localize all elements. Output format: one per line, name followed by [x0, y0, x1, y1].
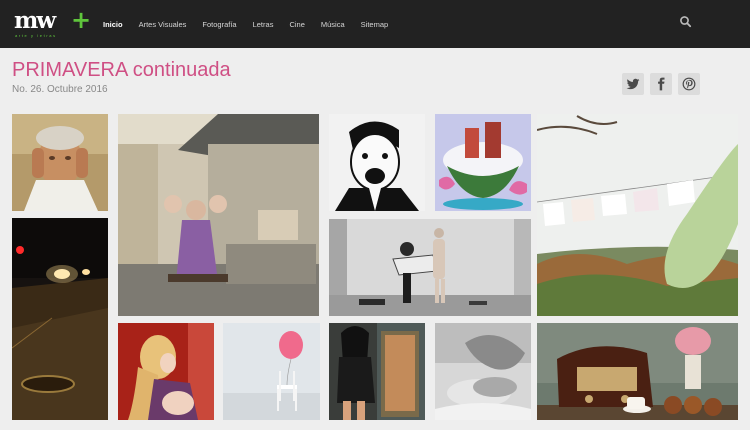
- nav-item-musica[interactable]: Música: [321, 20, 345, 29]
- gallery-tile-painting-old-man[interactable]: [12, 114, 108, 211]
- issue-subtitle: No. 26. Octubre 2016: [12, 84, 108, 95]
- nav-item-letras[interactable]: Letras: [253, 20, 274, 29]
- gallery-tile-girl-with-cherubs[interactable]: [118, 114, 319, 316]
- photo-image: [435, 323, 531, 420]
- search-button[interactable]: [678, 14, 694, 30]
- artwork-image: [435, 114, 531, 211]
- photo-image: [329, 219, 531, 316]
- logo-plus: +: [71, 6, 92, 34]
- artwork-image: [12, 114, 108, 211]
- gallery-tile-vintage-radio[interactable]: [537, 323, 738, 420]
- logo-text: mw: [14, 7, 56, 34]
- nav-item-sitemap[interactable]: Sitemap: [361, 20, 389, 29]
- photo-image: [118, 323, 214, 420]
- page-title: PRIMAVERA continuada: [12, 59, 231, 81]
- gallery-tile-street-night[interactable]: [12, 218, 108, 420]
- main-nav: Inicio Artes Visuales Fotografía Letras …: [103, 0, 404, 48]
- top-navigation-bar: mw + arte y letras Inicio Artes Visuales…: [0, 0, 750, 48]
- share-facebook-button[interactable]: [650, 73, 672, 95]
- photo-image: [537, 323, 738, 420]
- share-pinterest-button[interactable]: [678, 73, 700, 95]
- nav-item-artes-visuales[interactable]: Artes Visuales: [139, 20, 187, 29]
- nav-item-fotografia[interactable]: Fotografía: [202, 20, 236, 29]
- photo-image: [537, 114, 738, 316]
- gallery-tile-man-shouting[interactable]: [329, 114, 425, 211]
- gallery-tile-woman-with-fridge[interactable]: [329, 323, 425, 420]
- gallery-tile-couple-dressing[interactable]: [329, 219, 531, 316]
- artwork-image: [329, 114, 425, 211]
- artwork-image: [329, 323, 425, 420]
- share-twitter-button[interactable]: [622, 73, 644, 95]
- site-logo[interactable]: mw + arte y letras: [14, 6, 94, 39]
- photo-image: [118, 114, 319, 316]
- twitter-icon: [626, 78, 640, 90]
- gallery-tile-clothesline-landscape[interactable]: [537, 114, 738, 316]
- photo-image: [12, 218, 108, 420]
- logo-tagline: arte y letras: [15, 33, 57, 38]
- gallery-tile-sleeping-figure[interactable]: [435, 323, 531, 420]
- photo-image: [223, 323, 320, 420]
- nav-item-inicio[interactable]: Inicio: [103, 20, 123, 29]
- search-icon: [680, 16, 692, 28]
- nav-item-cine[interactable]: Cine: [289, 20, 304, 29]
- gallery-tile-floating-island[interactable]: [435, 114, 531, 211]
- pinterest-icon: [682, 77, 696, 91]
- gallery-tile-mother-and-baby[interactable]: [118, 323, 214, 420]
- gallery-tile-chair-with-balloon[interactable]: [223, 323, 320, 420]
- facebook-icon: [658, 77, 665, 91]
